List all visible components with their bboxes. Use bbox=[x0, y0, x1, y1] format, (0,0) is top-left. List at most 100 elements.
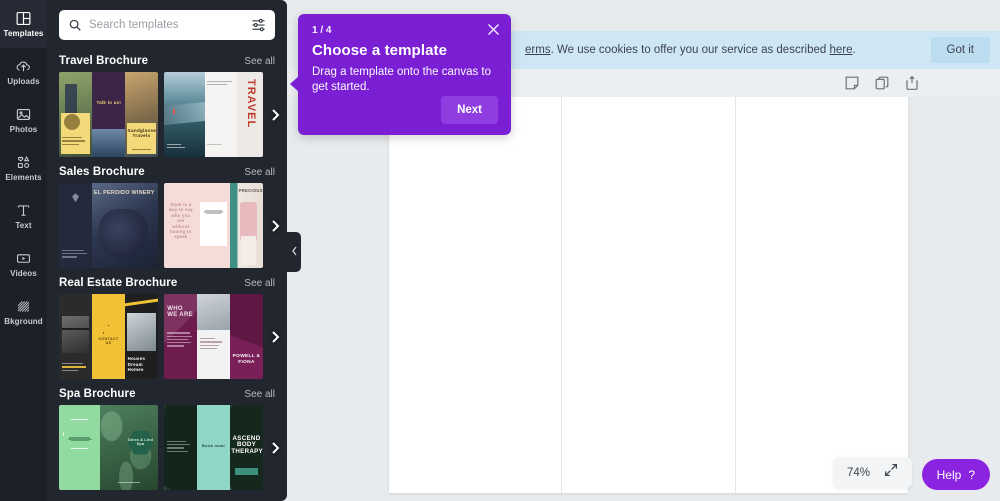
template-thumbnail[interactable]: CONTACT US Houses Dream Homes bbox=[59, 294, 158, 379]
sidebar-item-label: Uploads bbox=[7, 77, 40, 86]
sidebar-item-bkground[interactable]: Bkground bbox=[0, 288, 47, 336]
brochure-page[interactable] bbox=[389, 89, 908, 493]
shapes-icon bbox=[15, 154, 32, 171]
photo-icon bbox=[15, 106, 32, 123]
template-carousel[interactable]: Zahra & Lind Spa Book now! ASCEND BODY T… bbox=[47, 405, 287, 490]
thumb-headline: Houses Dream Homes bbox=[127, 356, 146, 372]
template-carousel[interactable]: Talk to us! Sandglasse Travels TRAVEL bbox=[47, 72, 287, 157]
chevron-left-icon bbox=[291, 243, 298, 261]
terms-link[interactable]: erms bbox=[525, 44, 551, 56]
tooltip-step-counter: 1 / 4 bbox=[312, 25, 332, 36]
zoom-level-value: 74% bbox=[846, 466, 870, 479]
got-it-button[interactable]: Got it bbox=[930, 37, 990, 63]
brochure-fold-panel[interactable] bbox=[736, 89, 908, 493]
see-all-link[interactable]: See all bbox=[244, 56, 275, 67]
thumb-headline: POWELL & FIONA bbox=[232, 354, 261, 365]
zoom-control[interactable]: 74% bbox=[832, 457, 912, 488]
template-carousel[interactable]: EL PERDIDO WINERY Style is a way to say … bbox=[47, 183, 287, 268]
text-icon bbox=[15, 202, 32, 219]
sidebar-item-label: Photos bbox=[9, 125, 38, 134]
template-thumbnail[interactable]: WHO WE ARE POWELL & FIONA bbox=[164, 294, 263, 379]
help-button[interactable]: Help ? bbox=[921, 459, 990, 490]
question-mark-icon: ? bbox=[968, 467, 975, 482]
sliders-icon[interactable] bbox=[251, 18, 266, 32]
thumb-headline: PRECIOUS bbox=[238, 187, 263, 193]
close-icon[interactable] bbox=[487, 23, 500, 36]
left-rail: Templates Uploads Photos Elements Text V… bbox=[0, 0, 47, 501]
template-section-spa-brochure: Spa Brochure See all Zahra & Lind Spa Bo… bbox=[47, 384, 287, 490]
search-input[interactable] bbox=[89, 19, 244, 31]
thumb-headline: EL PERDIDO WINERY bbox=[93, 189, 155, 196]
template-thumbnail[interactable]: EL PERDIDO WINERY bbox=[59, 183, 158, 268]
duplicate-page-icon[interactable] bbox=[874, 75, 890, 91]
chevron-right-icon[interactable] bbox=[267, 107, 283, 123]
cookie-banner-text: erms. We use cookies to offer you our se… bbox=[505, 44, 931, 56]
template-thumbnail[interactable]: Talk to us! Sandglasse Travels bbox=[59, 72, 158, 157]
templates-icon bbox=[15, 10, 32, 27]
thumb-headline: ASCEND BODY THERAPY bbox=[231, 434, 263, 456]
see-all-link[interactable]: See all bbox=[244, 389, 275, 400]
see-all-link[interactable]: See all bbox=[244, 278, 275, 289]
sidebar-item-text[interactable]: Text bbox=[0, 192, 47, 240]
section-header: Travel Brochure See all bbox=[47, 51, 287, 72]
sidebar-item-label: Elements bbox=[5, 173, 42, 182]
search-area bbox=[47, 0, 287, 46]
chevron-right-icon[interactable] bbox=[267, 329, 283, 345]
help-label: Help bbox=[936, 467, 962, 482]
sidebar-item-label: Templates bbox=[3, 29, 44, 38]
thumb-headline: TRAVEL bbox=[244, 78, 257, 128]
brochure-fold-panel[interactable] bbox=[389, 89, 563, 493]
here-link[interactable]: here bbox=[829, 44, 852, 56]
onboarding-tooltip: 1 / 4 Choose a template Drag a template … bbox=[290, 14, 511, 135]
template-carousel[interactable]: CONTACT US Houses Dream Homes WHO WE ARE bbox=[47, 294, 287, 379]
sidebar-item-templates[interactable]: Templates bbox=[0, 0, 47, 48]
template-section-travel-brochure: Travel Brochure See all Talk to us! Sand… bbox=[47, 51, 287, 157]
upload-cloud-icon bbox=[15, 58, 32, 75]
sidebar-item-videos[interactable]: Videos bbox=[0, 240, 47, 288]
thumb-sub: Talk to us! bbox=[96, 99, 122, 105]
thumb-headline: Sandglasse Travels bbox=[127, 127, 157, 138]
thumb-sub: Book now! bbox=[201, 443, 226, 449]
chevron-right-icon[interactable] bbox=[267, 218, 283, 234]
section-title: Real Estate Brochure bbox=[59, 277, 178, 289]
search-icon bbox=[68, 18, 82, 32]
section-header: Spa Brochure See all bbox=[47, 384, 287, 405]
sidebar-item-uploads[interactable]: Uploads bbox=[0, 48, 47, 96]
thumb-headline: Zahra & Lind Spa bbox=[127, 438, 154, 446]
search-bar[interactable] bbox=[59, 10, 275, 40]
chevron-right-icon[interactable] bbox=[267, 440, 283, 456]
collapse-panel-button[interactable] bbox=[287, 232, 301, 272]
cookie-text-middle: . We use cookies to offer you our servic… bbox=[550, 44, 830, 56]
template-thumbnail[interactable]: Book now! ASCEND BODY THERAPY bbox=[164, 405, 263, 490]
template-thumbnail[interactable]: TRAVEL bbox=[164, 72, 263, 157]
thumb-sub: WHO WE ARE bbox=[167, 305, 193, 319]
template-section-real-estate-brochure: Real Estate Brochure See all CONTACT US bbox=[47, 273, 287, 379]
hatch-pattern-icon bbox=[15, 298, 32, 315]
sidebar-item-photos[interactable]: Photos bbox=[0, 96, 47, 144]
notes-icon[interactable] bbox=[844, 75, 860, 91]
section-title: Sales Brochure bbox=[59, 166, 145, 178]
section-title: Travel Brochure bbox=[59, 55, 149, 67]
tooltip-title: Choose a template bbox=[312, 42, 448, 59]
tooltip-body: Drag a template onto the canvas to get s… bbox=[312, 66, 491, 93]
template-thumbnail[interactable]: Style is a way to say who you are withou… bbox=[164, 183, 263, 268]
template-section-sales-brochure: Sales Brochure See all EL PERDIDO WINERY bbox=[47, 162, 287, 268]
sidebar-item-label: Bkground bbox=[4, 317, 43, 326]
cookie-text-after: . bbox=[852, 44, 856, 56]
add-page-icon[interactable] bbox=[904, 75, 920, 91]
thumb-sub: CONTACT US bbox=[98, 337, 119, 345]
sidebar-item-label: Text bbox=[15, 221, 32, 230]
section-title: Spa Brochure bbox=[59, 388, 136, 400]
tooltip-next-button[interactable]: Next bbox=[441, 96, 498, 124]
section-header: Sales Brochure See all bbox=[47, 162, 287, 183]
cookie-banner: erms. We use cookies to offer you our se… bbox=[505, 31, 1000, 69]
brochure-fold-panel[interactable] bbox=[562, 89, 736, 493]
template-thumbnail[interactable]: Zahra & Lind Spa bbox=[59, 405, 158, 490]
canvas-area[interactable] bbox=[287, 89, 1000, 501]
see-all-link[interactable]: See all bbox=[244, 167, 275, 178]
canva-editor-window: Templates Uploads Photos Elements Text V… bbox=[0, 0, 1000, 501]
expand-arrows-icon[interactable] bbox=[884, 463, 898, 482]
video-icon bbox=[15, 250, 32, 267]
thumb-sub: Style is a way to say who you are withou… bbox=[168, 201, 193, 240]
sidebar-item-elements[interactable]: Elements bbox=[0, 144, 47, 192]
